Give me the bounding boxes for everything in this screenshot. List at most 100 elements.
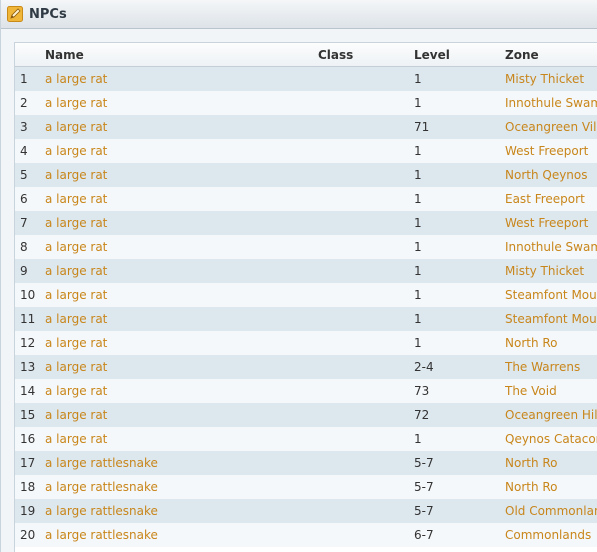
npc-level-cell: 1 [414, 66, 505, 91]
npc-level-cell: 1 [414, 307, 505, 331]
row-number-cell: 19 [15, 499, 45, 523]
npc-name-link[interactable]: a large rattlesnake [45, 528, 158, 542]
npc-zone-link[interactable]: The Void [505, 384, 557, 398]
npc-zone-link[interactable]: North Qeynos [505, 168, 588, 182]
npc-level-cell: 1 [414, 235, 505, 259]
npc-name-cell: a large rat [45, 427, 318, 451]
npc-name-link[interactable]: a large rat [45, 192, 107, 206]
npc-zone-link[interactable]: North Ro [505, 480, 558, 494]
npc-zone-link[interactable]: West Freeport [505, 144, 588, 158]
npc-zone-link[interactable]: Old Commonlands [505, 504, 597, 518]
npc-name-link[interactable]: a large rat [45, 72, 107, 86]
npc-zone-cell: West Freeport [505, 211, 597, 235]
npc-zone-link[interactable]: Misty Thicket [505, 72, 584, 86]
npc-class-cell [318, 307, 414, 331]
npc-name-link[interactable]: a large rat [45, 408, 107, 422]
npc-level-cell: 1 [414, 91, 505, 115]
npc-zone-link[interactable]: East Freeport [505, 192, 585, 206]
npc-name-link[interactable]: a large rat [45, 216, 107, 230]
npc-name-link[interactable]: a large rat [45, 264, 107, 278]
row-number-cell: 2 [15, 91, 45, 115]
npc-zone-cell: The Void [505, 379, 597, 403]
npc-level-cell: 5-7 [414, 475, 505, 499]
npc-name-link[interactable]: a large rattlesnake [45, 480, 158, 494]
npc-class-cell [318, 115, 414, 139]
npc-name-link[interactable]: a large rat [45, 432, 107, 446]
row-number-cell: 1 [15, 66, 45, 91]
npc-zone-link[interactable]: Innothule Swamp [505, 240, 597, 254]
npc-zone-cell: North Ro [505, 475, 597, 499]
npc-class-cell [318, 163, 414, 187]
column-header-number[interactable] [15, 43, 45, 67]
npc-level-cell: 73 [414, 379, 505, 403]
npc-class-cell [318, 259, 414, 283]
npc-name-link[interactable]: a large rat [45, 288, 107, 302]
npc-name-link[interactable]: a large rattlesnake [45, 504, 158, 518]
npc-level-cell: 72 [414, 403, 505, 427]
npc-level-cell: 5-7 [414, 451, 505, 475]
npc-name-link[interactable]: a large rat [45, 336, 107, 350]
npc-name-link[interactable]: a large rat [45, 240, 107, 254]
npc-zone-link[interactable]: North Ro [505, 336, 558, 350]
npc-zone-cell: Misty Thicket [505, 66, 597, 91]
npc-level-cell: 1 [414, 187, 505, 211]
npc-zone-link[interactable]: Steamfont Mountains [505, 288, 597, 302]
npc-zone-cell: Qeynos Catacombs [505, 427, 597, 451]
column-header-class[interactable]: Class [318, 43, 414, 67]
table-row: 3a large rat 71Oceangreen Village [15, 115, 597, 139]
row-number-cell: 6 [15, 187, 45, 211]
npc-zone-link[interactable]: The Warrens [505, 360, 580, 374]
npc-class-cell [318, 66, 414, 91]
npc-name-link[interactable]: a large rat [45, 144, 107, 158]
table-row: 19a large rattlesnake 5-7Old Commonlands [15, 499, 597, 523]
table-row: 16a large rat 1Qeynos Catacombs [15, 427, 597, 451]
row-number-cell: 11 [15, 307, 45, 331]
row-number-cell: 17 [15, 451, 45, 475]
npc-zone-cell: Oceangreen Hills [505, 403, 597, 427]
column-header-name[interactable]: Name [45, 43, 318, 67]
npc-name-cell: a large rat [45, 403, 318, 427]
npc-zone-link[interactable]: Oceangreen Hills [505, 408, 597, 422]
npc-level-cell: 5-7 [414, 499, 505, 523]
npc-level-cell: 71 [414, 115, 505, 139]
npc-zone-cell: North Qeynos [505, 163, 597, 187]
npc-class-cell [318, 283, 414, 307]
npc-name-link[interactable]: a large rat [45, 168, 107, 182]
npc-zone-link[interactable]: North Ro [505, 456, 558, 470]
panel-title: NPCs [29, 6, 67, 22]
npc-name-link[interactable]: a large rat [45, 384, 107, 398]
column-header-level[interactable]: Level [414, 43, 505, 67]
npc-table-container[interactable]: Name Class Level Zone 1a large rat 1 Misty… [14, 42, 597, 552]
npc-zone-cell: West Freeport [505, 139, 597, 163]
npc-name-cell: a large rat [45, 187, 318, 211]
npc-name-cell: a large rat [45, 139, 318, 163]
npc-level-cell: 1 [414, 211, 505, 235]
npc-zone-link[interactable]: Commonlands [505, 528, 591, 542]
npc-name-cell: a large rat [45, 259, 318, 283]
npc-class-cell [318, 451, 414, 475]
npc-name-link[interactable]: a large rat [45, 360, 107, 374]
npc-zone-link[interactable]: Innothule Swamp [505, 96, 597, 110]
table-row: 13 a large rat 2-4 The Warrens [15, 355, 597, 379]
npc-class-cell [318, 211, 414, 235]
row-number-cell: 20 [15, 523, 45, 547]
npc-class-cell [318, 187, 414, 211]
npc-zone-cell: Steamfont Mountains [505, 307, 597, 331]
npc-name-cell: a large rat [45, 307, 318, 331]
table-row: 1a large rat 1 Misty Thicket [15, 66, 597, 91]
npc-zone-cell: Misty Thicket [505, 259, 597, 283]
npc-name-link[interactable]: a large rat [45, 96, 107, 110]
npc-zone-link[interactable]: West Freeport [505, 216, 588, 230]
npc-zone-link[interactable]: Misty Thicket [505, 264, 584, 278]
column-header-zone[interactable]: Zone [505, 43, 597, 67]
table-row: 15 a large rat 72 Oceangreen Hills [15, 403, 597, 427]
npc-zone-link[interactable]: Oceangreen Village [505, 120, 597, 134]
row-number-cell: 9 [15, 259, 45, 283]
npc-name-link[interactable]: a large rat [45, 120, 107, 134]
npc-zone-link[interactable]: Steamfont Mountains [505, 312, 597, 326]
table-row: 17 a large rattlesnake 5-7 North Ro [15, 451, 597, 475]
row-number-cell: 12 [15, 331, 45, 355]
npc-name-link[interactable]: a large rat [45, 312, 107, 326]
npc-name-link[interactable]: a large rattlesnake [45, 456, 158, 470]
npc-zone-link[interactable]: Qeynos Catacombs [505, 432, 597, 446]
